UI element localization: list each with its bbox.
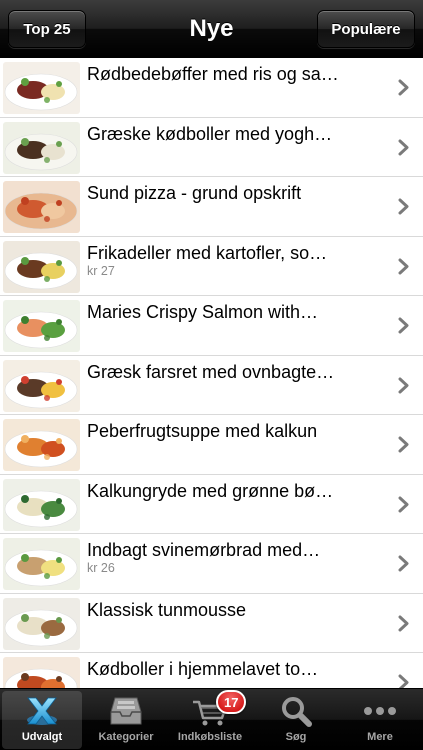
recipe-photo (3, 359, 80, 412)
recipe-row[interactable]: Kalkungryde med grønne bø… (0, 475, 423, 534)
search-icon (282, 697, 312, 727)
recipe-title: Kødboller i hjemmelavet to… (87, 659, 319, 679)
tab-featured[interactable]: Udvalgt (2, 691, 82, 749)
recipe-list[interactable]: Rødbedebøffer med ris og sa… Græske kødb… (0, 58, 423, 688)
tab-search[interactable]: Søg (256, 691, 336, 749)
recipe-thumbnail (3, 62, 80, 114)
recipe-thumbnail (3, 538, 80, 590)
recipe-text: Græsk farsret med ovnbagte… (87, 361, 377, 383)
recipe-row[interactable]: Græsk farsret med ovnbagte… (0, 356, 423, 415)
recipe-text: Indbagt svinemørbrad med… kr 26 (87, 539, 377, 576)
recipe-thumbnail (3, 478, 80, 531)
recipe-thumbnail (3, 181, 80, 233)
recipe-row[interactable]: Indbagt svinemørbrad med… kr 26 (0, 534, 423, 594)
recipe-row[interactable]: Peberfrugtsuppe med kalkun (0, 415, 423, 475)
recipe-thumbnail (3, 359, 80, 412)
recipe-photo (3, 657, 80, 688)
recipe-title: Kalkungryde med grønne bø… (87, 480, 334, 501)
recipe-title: Græske kødboller med yogh… (87, 123, 333, 144)
tab-label: Kategorier (98, 731, 154, 743)
chevron-right-icon (398, 79, 409, 96)
recipe-text: Kødboller i hjemmelavet to… (87, 658, 377, 680)
featured-x-icon (27, 697, 57, 725)
tab-label: Mere (367, 731, 393, 743)
recipe-row[interactable]: Sund pizza - grund opskrift (0, 177, 423, 237)
recipe-title: Frikadeller med kartofler, so… (87, 242, 328, 263)
recipe-price: kr 27 (87, 263, 115, 278)
navigation-bar: Top 25 Nye Populære (0, 0, 423, 58)
chevron-right-icon (398, 436, 409, 453)
recipe-photo (3, 300, 80, 352)
page-title: Nye (189, 15, 234, 42)
recipe-photo (3, 240, 80, 293)
recipe-title: Peberfrugtsuppe med kalkun (87, 421, 318, 441)
recipe-text: Maries Crispy Salmon with… (87, 301, 377, 323)
recipe-thumbnail (3, 300, 80, 352)
chevron-right-icon (398, 496, 409, 512)
recipe-title: Sund pizza - grund opskrift (87, 183, 302, 203)
chevron-right-icon (398, 615, 409, 631)
cart-count-badge: 17 (216, 690, 247, 714)
recipe-photo (3, 419, 80, 471)
recipe-photo (3, 62, 80, 114)
tab-label: Udvalgt (21, 731, 63, 743)
recipe-photo (3, 121, 80, 174)
recipe-text: Frikadeller med kartofler, so… kr 27 (87, 242, 377, 279)
recipe-text: Sund pizza - grund opskrift (87, 182, 377, 204)
chevron-right-icon (398, 377, 409, 393)
recipe-photo (3, 478, 80, 531)
recipe-row[interactable]: Maries Crispy Salmon with… (0, 296, 423, 356)
recipe-text: Kalkungryde med grønne bø… (87, 480, 377, 502)
recipe-thumbnail (3, 121, 80, 174)
recipe-title: Græsk farsret med ovnbagte… (87, 361, 335, 382)
inbox-tray-icon (110, 697, 142, 725)
more-dots-icon (364, 707, 396, 715)
recipe-thumbnail (3, 597, 80, 650)
tab-more[interactable]: Mere (340, 691, 420, 749)
recipe-row[interactable]: Rødbedebøffer med ris og sa… (0, 58, 423, 118)
recipe-row[interactable]: Frikadeller med kartofler, so… kr 27 (0, 237, 423, 296)
tab-label: Søg (285, 731, 307, 743)
chevron-right-icon (398, 258, 409, 274)
recipe-price: kr 26 (87, 561, 115, 575)
recipe-title: Indbagt svinemørbrad med… (87, 540, 321, 560)
recipe-text: Græske kødboller med yogh… (87, 123, 377, 145)
tab-bar: Udvalgt Kategorier 17 Indkøbsliste Søg M… (0, 688, 423, 750)
recipe-row[interactable]: Kødboller i hjemmelavet to… (0, 653, 423, 688)
recipe-photo (3, 181, 80, 233)
chevron-right-icon (398, 317, 409, 334)
chevron-right-icon (398, 674, 409, 688)
recipe-thumbnail (3, 419, 80, 471)
recipe-title: Maries Crispy Salmon with… (87, 302, 319, 322)
chevron-right-icon (398, 139, 409, 155)
tab-shopping-list[interactable]: 17 Indkøbsliste (170, 690, 250, 749)
recipe-thumbnail (3, 657, 80, 688)
chevron-right-icon (398, 198, 409, 215)
recipe-text: Rødbedebøffer med ris og sa… (87, 63, 377, 85)
recipe-row[interactable]: Klassisk tunmousse (0, 594, 423, 653)
top25-button[interactable]: Top 25 (8, 10, 86, 48)
recipe-text: Klassisk tunmousse (87, 599, 377, 621)
recipe-title: Klassisk tunmousse (87, 599, 247, 620)
recipe-title: Rødbedebøffer med ris og sa… (87, 64, 339, 84)
recipe-thumbnail (3, 240, 80, 293)
recipe-text: Peberfrugtsuppe med kalkun (87, 420, 377, 442)
recipe-photo (3, 538, 80, 590)
recipe-photo (3, 597, 80, 650)
chevron-right-icon (398, 555, 409, 572)
tab-label: Indkøbsliste (177, 731, 243, 743)
popular-button[interactable]: Populære (317, 10, 415, 48)
recipe-row[interactable]: Græske kødboller med yogh… (0, 118, 423, 177)
tab-categories[interactable]: Kategorier (86, 691, 166, 749)
